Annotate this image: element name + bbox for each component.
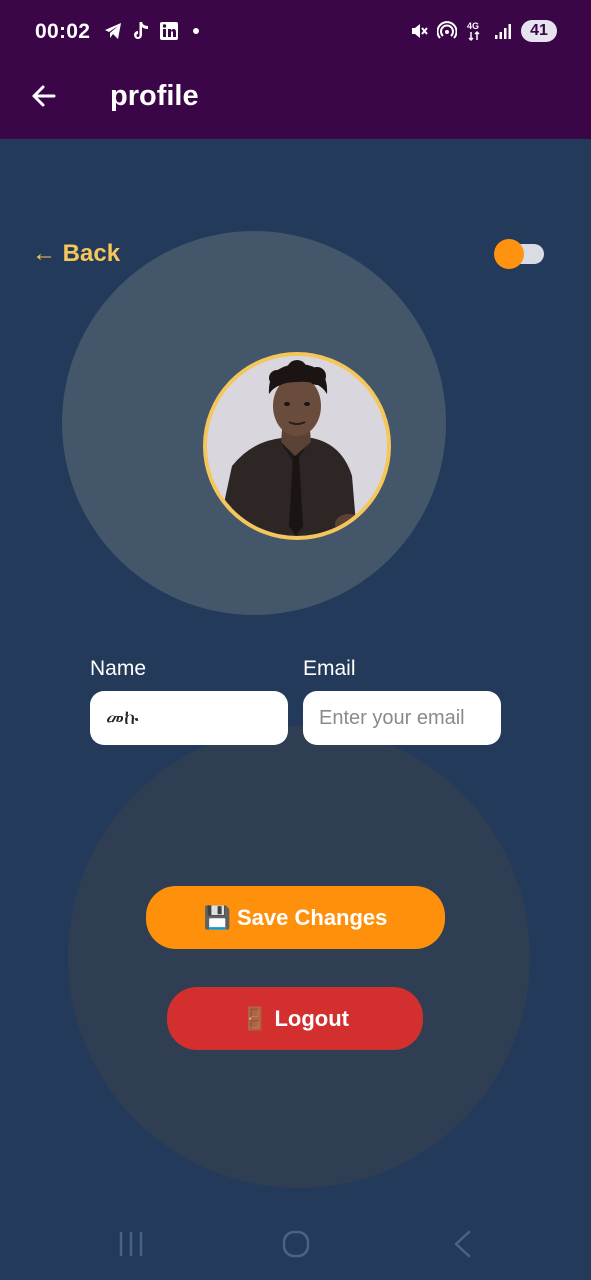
- save-changes-button[interactable]: 💾 Save Changes: [146, 886, 445, 949]
- more-notifications-dot: [193, 28, 199, 34]
- page-title: profile: [110, 80, 199, 112]
- save-changes-label: Save Changes: [237, 904, 388, 930]
- notification-icons: [103, 20, 199, 42]
- profile-avatar[interactable]: [203, 352, 391, 540]
- system-icons: 4G 41: [409, 20, 557, 42]
- network-4g-icon: 4G: [465, 20, 485, 42]
- linkedin-icon: [159, 20, 179, 42]
- floppy-disk-icon: 💾: [203, 904, 231, 930]
- avatar-photo: [207, 356, 387, 536]
- mute-icon: [409, 20, 429, 42]
- system-back-icon[interactable]: [446, 1227, 480, 1261]
- recent-apps-icon[interactable]: [114, 1227, 148, 1261]
- hotspot-icon: [437, 20, 457, 42]
- logout-button[interactable]: 🚪 Logout: [167, 987, 423, 1050]
- system-nav-bar: [0, 1205, 591, 1280]
- theme-toggle[interactable]: [494, 239, 544, 269]
- name-label: Name: [90, 657, 147, 680]
- telegram-icon: [103, 20, 123, 42]
- email-label: Email: [303, 657, 356, 680]
- svg-text:4G: 4G: [467, 21, 479, 31]
- home-icon[interactable]: [279, 1227, 313, 1261]
- toggle-knob: [494, 239, 524, 269]
- logout-label: Logout: [274, 1005, 349, 1031]
- battery-indicator: 41: [521, 20, 557, 42]
- email-input[interactable]: [303, 691, 501, 745]
- back-arrow-icon[interactable]: [28, 80, 60, 112]
- tiktok-icon: [131, 20, 151, 42]
- signal-icon: [493, 20, 513, 42]
- back-link[interactable]: ← Back: [32, 240, 120, 268]
- decorative-circle-bottom: [68, 726, 530, 1188]
- status-time: 00:02: [35, 20, 91, 43]
- name-input[interactable]: [90, 691, 288, 745]
- app-bar: profile: [0, 66, 591, 139]
- door-icon: 🚪: [241, 1005, 269, 1031]
- status-bar: 00:02 4G 41: [0, 0, 591, 66]
